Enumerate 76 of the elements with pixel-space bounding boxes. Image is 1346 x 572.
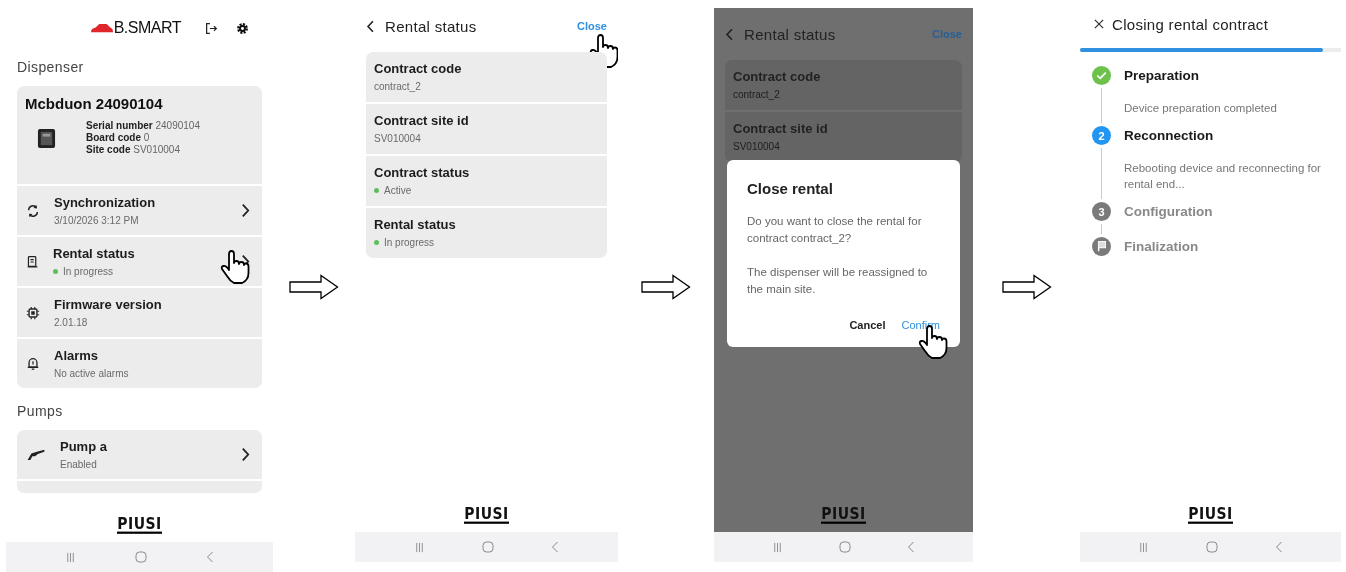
dispenser-icon <box>37 127 56 149</box>
step-number: 3 <box>1092 202 1111 221</box>
logout-icon[interactable] <box>205 21 218 35</box>
item-title: Synchronization <box>54 195 157 210</box>
brand-logo: PIUSI <box>464 506 509 524</box>
screen-title: Rental status <box>744 25 836 43</box>
brand-name: B.SMART <box>113 19 181 37</box>
item-subtitle: Enabled <box>60 459 97 470</box>
section-heading: Pumps <box>17 403 64 419</box>
sync-icon <box>26 203 40 218</box>
receipt-icon <box>26 254 39 269</box>
screen-title: Rental status <box>385 17 477 35</box>
step-description: Device preparation completed <box>1124 101 1277 116</box>
step-title: Reconnection <box>1124 127 1215 145</box>
field-value: contract_2 <box>374 81 421 92</box>
device-info-line: Site code SV010004 <box>86 144 181 156</box>
section-heading: Dispenser <box>17 59 85 75</box>
flow-arrow <box>289 274 339 300</box>
home-icon[interactable] <box>839 541 851 553</box>
field-value: SV010004 <box>733 141 780 152</box>
chip-icon <box>26 305 40 320</box>
item-subtitle: No active alarms <box>54 368 129 379</box>
item-title: Rental status <box>53 246 136 261</box>
field-value: Active <box>384 185 412 196</box>
bell-icon <box>26 356 40 371</box>
back-icon[interactable] <box>366 19 375 33</box>
home-icon[interactable] <box>135 551 147 563</box>
menu-item[interactable]: Alarms No active alarms <box>17 339 262 388</box>
screen-title: Closing rental contract <box>1112 15 1269 33</box>
dialog-message: Do you want to close the rental for contract contract_2? <box>747 214 923 246</box>
menu-item[interactable]: Rental status In progress <box>17 237 262 286</box>
step-description: Rebooting device and reconnecting for rental end... <box>1124 161 1322 192</box>
settings-icon[interactable] <box>236 21 249 35</box>
car-logo-icon <box>89 22 114 34</box>
device-info-line: Serial number 24090104 <box>86 120 200 132</box>
item-subtitle: 2.01.18 <box>54 317 88 328</box>
field-label: Rental status <box>374 217 457 232</box>
field-label: Contract status <box>374 165 471 180</box>
device-name: Mcbduon 24090104 <box>25 95 164 112</box>
field-label: Contract site id <box>733 121 829 136</box>
field-value: contract_2 <box>733 89 780 100</box>
step-number: 2 <box>1092 126 1111 145</box>
dialog-title: Close rental <box>747 180 834 197</box>
field-label: Contract code <box>374 61 463 76</box>
flow-arrow <box>1001 274 1052 300</box>
step-title: Finalization <box>1124 238 1199 256</box>
cancel-button[interactable]: Cancel <box>849 319 886 331</box>
brand-logo: PIUSI <box>1188 506 1233 524</box>
pump-item[interactable]: Pump a Enabled <box>17 430 262 479</box>
home-icon[interactable] <box>482 541 494 553</box>
close-icon[interactable] <box>1094 19 1104 29</box>
field-label: Contract site id <box>374 113 470 128</box>
field-label: Contract code <box>733 69 822 84</box>
field-value: In progress <box>384 237 435 248</box>
step-title: Preparation <box>1124 67 1201 85</box>
device-info-line: Board code 0 <box>86 132 151 144</box>
menu-item[interactable]: Synchronization 3/10/2026 3:12 PM <box>17 186 262 235</box>
fuel-nozzle-icon <box>26 448 46 461</box>
item-subtitle: In progress <box>63 266 114 277</box>
confirm-button[interactable]: Confirm <box>901 319 940 331</box>
recent-apps-icon[interactable] <box>772 541 783 553</box>
item-subtitle: 3/10/2026 3:12 PM <box>54 215 139 226</box>
step-title: Configuration <box>1124 203 1213 221</box>
brand-logo: PIUSI <box>117 516 162 534</box>
recent-apps-icon[interactable] <box>65 551 77 563</box>
recent-apps-icon[interactable] <box>413 541 425 553</box>
flow-arrow <box>641 274 691 300</box>
item-title: Firmware version <box>54 297 163 312</box>
item-title: Alarms <box>54 348 100 363</box>
home-icon[interactable] <box>1206 541 1218 553</box>
menu-item[interactable]: Firmware version 2.01.18 <box>17 288 262 337</box>
recent-apps-icon[interactable] <box>1138 541 1150 553</box>
item-title: Pump a <box>60 439 108 454</box>
dialog-message: The dispenser will be reassigned to the main site. <box>747 265 929 297</box>
field-value: SV010004 <box>374 133 421 144</box>
brand-logo: PIUSI <box>821 506 866 524</box>
